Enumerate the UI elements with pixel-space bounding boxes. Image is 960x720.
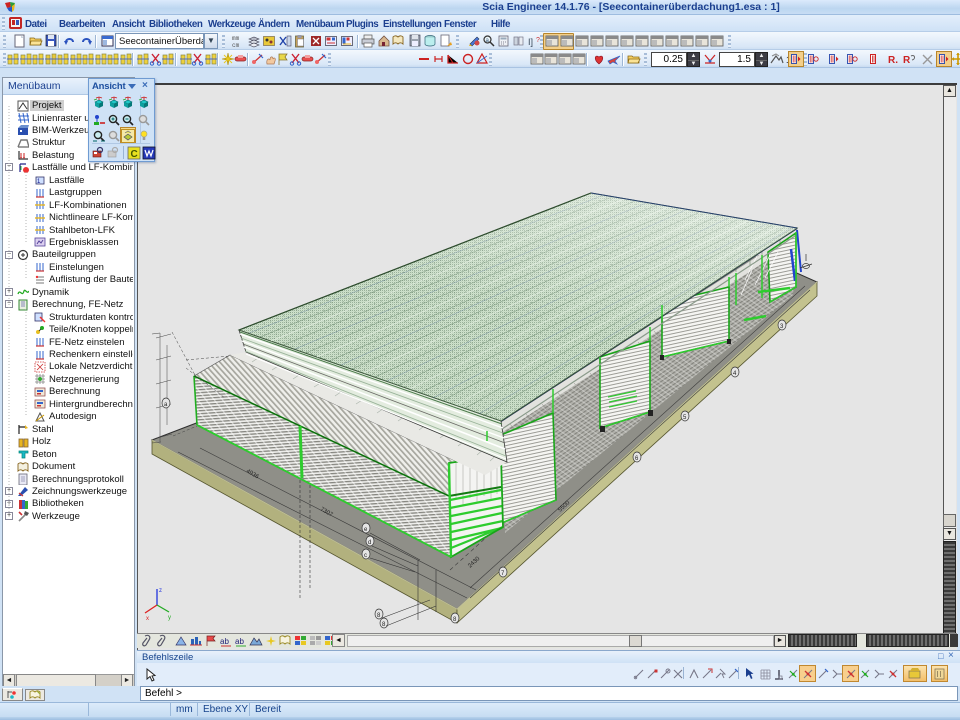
svg-text:ab: ab <box>220 637 229 646</box>
svg-text:z: z <box>159 588 162 594</box>
svg-text:c: c <box>364 553 367 559</box>
svg-text:cm: cm <box>232 42 240 48</box>
svg-text:C: C <box>130 149 137 160</box>
svg-text:y: y <box>168 615 171 621</box>
svg-text:mm: mm <box>232 35 240 42</box>
svg-text:d: d <box>368 540 371 546</box>
svg-text:R.: R. <box>888 55 898 66</box>
svg-text:R: R <box>903 55 911 66</box>
svg-text:ab: ab <box>235 637 244 646</box>
svg-text:I]: I] <box>528 37 533 47</box>
svg-text:x: x <box>146 616 149 622</box>
